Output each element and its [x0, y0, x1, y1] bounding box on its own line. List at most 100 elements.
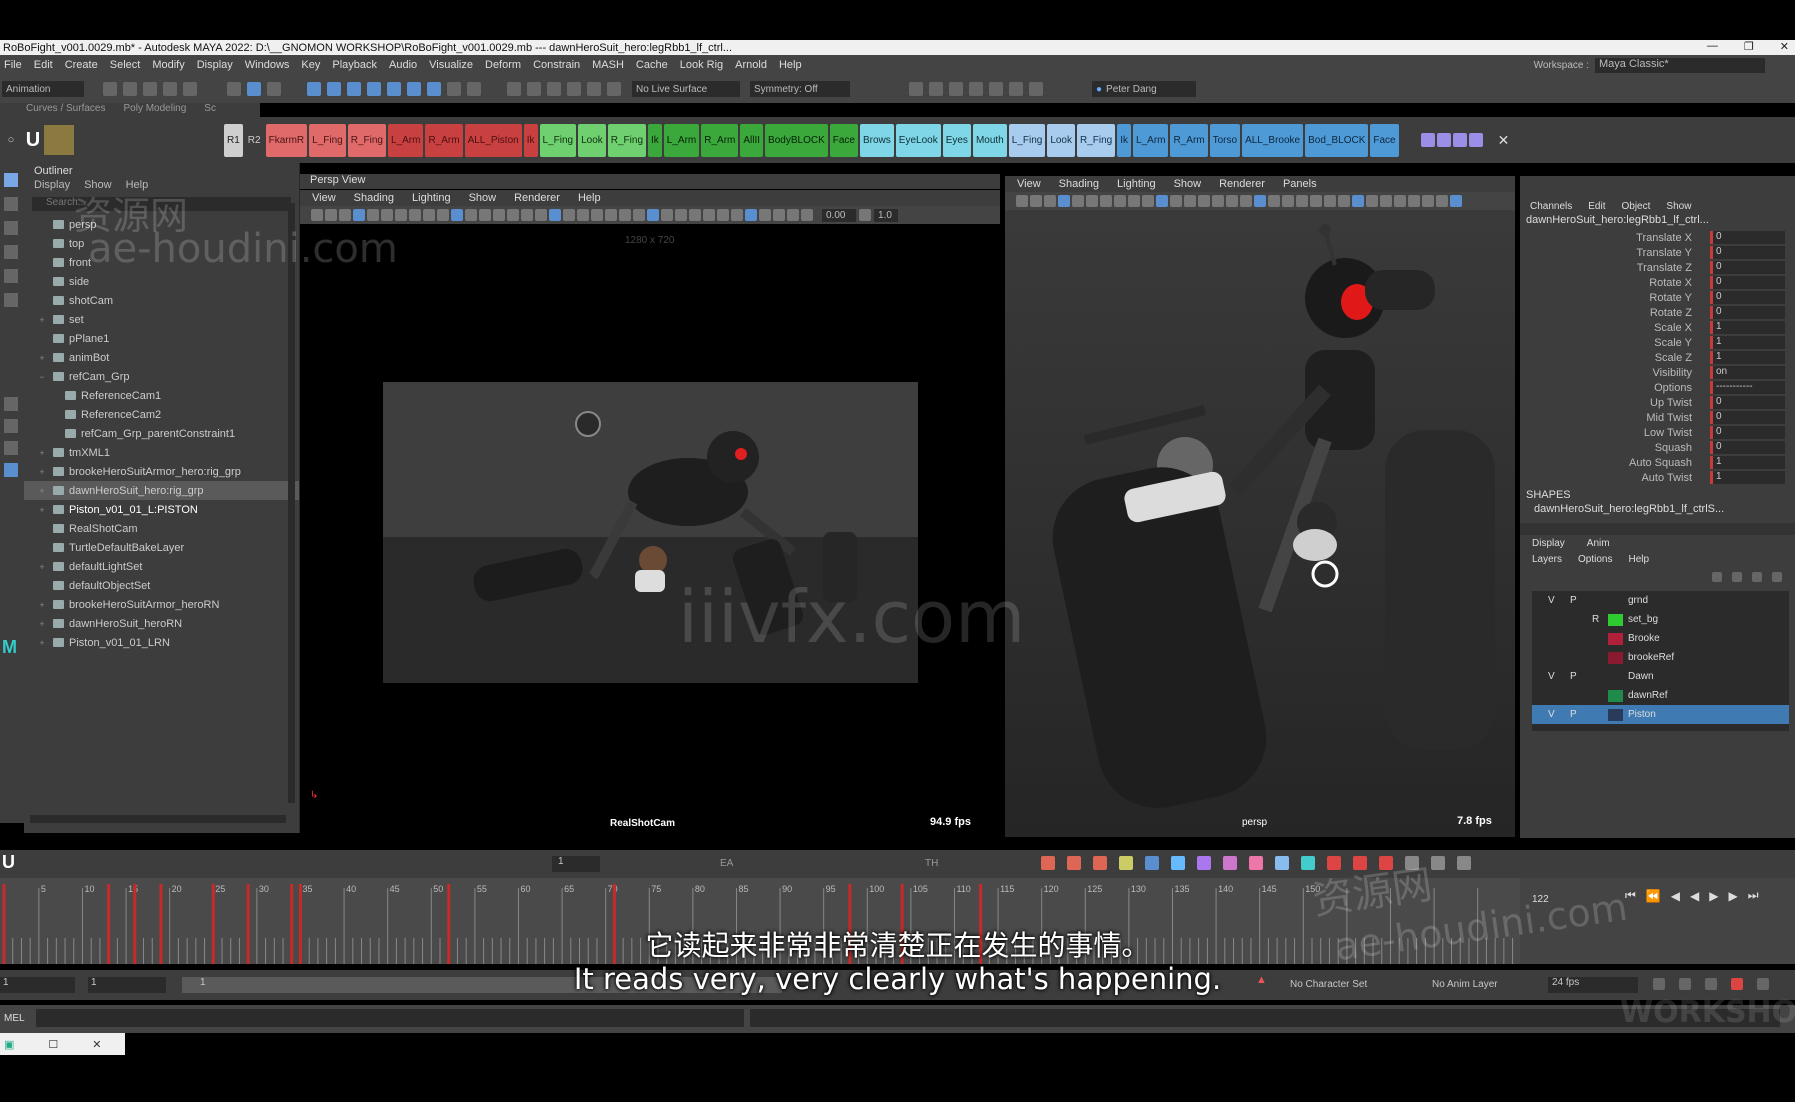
play-forward-icon[interactable]: ▶	[1709, 889, 1718, 903]
channel-value-field[interactable]: 0	[1710, 426, 1785, 439]
workspace-selector[interactable]: Workspace : Maya Classic*	[1534, 57, 1795, 73]
render-view-icon[interactable]	[909, 82, 923, 96]
expand-toggle-icon[interactable]: −	[36, 372, 48, 382]
shelf-button-r_fing[interactable]: R_Fing	[607, 123, 647, 157]
render-icon[interactable]	[527, 82, 541, 96]
magnet-icon[interactable]	[467, 82, 481, 96]
undo-icon[interactable]	[163, 82, 177, 96]
vp1-tool-icon[interactable]	[507, 209, 519, 221]
channel-label[interactable]: Visibility	[1652, 367, 1692, 379]
shelf-extra-3-icon[interactable]	[1452, 133, 1467, 147]
help-line-icon[interactable]	[427, 82, 441, 96]
search-icon[interactable]	[1457, 856, 1471, 870]
user-dropdown[interactable]: ● Peter Dang	[1092, 81, 1196, 97]
channel-label[interactable]: Up Twist	[1650, 397, 1692, 409]
vp2-menu-shading[interactable]: Shading	[1059, 178, 1099, 190]
menu-visualize[interactable]: Visualize	[429, 59, 473, 71]
layout-outliner-icon[interactable]	[4, 463, 18, 477]
outliner-item[interactable]: TurtleDefaultBakeLayer	[24, 538, 299, 557]
vp1-tool-icon[interactable]	[325, 209, 337, 221]
ipr-render-icon[interactable]	[949, 82, 963, 96]
shelf-button-l_arm[interactable]: L_Arm	[387, 123, 424, 157]
channel-value-field[interactable]: 1	[1710, 351, 1785, 364]
channel-label[interactable]: Rotate Z	[1650, 307, 1692, 319]
vp2-tool-icon[interactable]	[1394, 195, 1406, 207]
vp2-tool-icon[interactable]	[1044, 195, 1056, 207]
mode-dropdown[interactable]: Animation	[2, 81, 84, 97]
shelf-button-mouth[interactable]: Mouth	[972, 123, 1007, 157]
rotate-tool-icon[interactable]	[4, 269, 18, 283]
channels-menu-channels[interactable]: Channels	[1530, 201, 1572, 212]
lasso-icon[interactable]	[607, 82, 621, 96]
vp1-tool-icon[interactable]	[731, 209, 743, 221]
shelf-button-l_fing[interactable]: L_Fing	[539, 123, 577, 157]
outliner-hscrollbar[interactable]	[30, 815, 286, 823]
channel-value-field[interactable]: 0	[1710, 231, 1785, 244]
channel-value-field[interactable]: 1	[1710, 321, 1785, 334]
vp2-menu-renderer[interactable]: Renderer	[1219, 178, 1265, 190]
shelf-button-bod_block[interactable]: Bod_BLOCK	[1305, 123, 1369, 157]
outliner-item[interactable]: − refCam_Grp	[24, 367, 299, 386]
vp2-tool-icon[interactable]	[1366, 195, 1378, 207]
menu-create[interactable]: Create	[65, 59, 98, 71]
shelf-button-allii[interactable]: AllII	[740, 123, 764, 157]
outliner-item[interactable]: + brookeHeroSuitArmor_hero:rig_grp	[24, 462, 299, 481]
vp2-tool-icon[interactable]	[1030, 195, 1042, 207]
tangent-auto-icon[interactable]	[1041, 856, 1055, 870]
channel-value-field[interactable]: on	[1710, 366, 1785, 379]
current-frame-field[interactable]: 1	[552, 856, 600, 872]
shelf-button-r_fing[interactable]: R_Fing	[1077, 123, 1116, 157]
menu-help[interactable]: Help	[779, 59, 802, 71]
step-forward-icon[interactable]: ▶	[1728, 889, 1737, 903]
vp2-tool-icon[interactable]	[1114, 195, 1126, 207]
shelf-button-l_arm[interactable]: L_Arm	[663, 123, 700, 157]
shelf-button-ik[interactable]: Ik	[523, 123, 538, 157]
vp2-tool-icon[interactable]	[1324, 195, 1336, 207]
viewport-realshotcam[interactable]: View Shading Lighting Show Renderer Help 0.00…	[300, 190, 1000, 837]
vp2-menu-view[interactable]: View	[1017, 178, 1041, 190]
tween-icon[interactable]	[1223, 856, 1237, 870]
shelf-button-ik[interactable]: Ik	[648, 123, 662, 157]
layer-row[interactable]: V Pgrnd	[1532, 591, 1789, 610]
channel-label[interactable]: Translate X	[1636, 232, 1692, 244]
shelf-button-torso[interactable]: Torso	[1209, 123, 1241, 157]
menu-playback[interactable]: Playback	[332, 59, 377, 71]
outliner-item[interactable]: + tmXML1	[24, 443, 299, 462]
outliner-item[interactable]: RealShotCam	[24, 519, 299, 538]
outliner-item[interactable]: + Piston_v01_01_L:PISTON	[24, 500, 299, 519]
arnold-render-icon[interactable]	[989, 82, 1003, 96]
vp1-menu-shading[interactable]: Shading	[354, 192, 394, 204]
vp1-tool-icon[interactable]	[591, 209, 603, 221]
shelf-tab[interactable]: Poly Modeling	[123, 103, 186, 117]
vp2-tool-icon[interactable]	[1338, 195, 1350, 207]
layer-visibility-toggle[interactable]: V	[1548, 671, 1562, 682]
vp1-tool-icon[interactable]	[745, 209, 757, 221]
selection-set-icon[interactable]	[1249, 856, 1263, 870]
vp2-tool-icon[interactable]	[1380, 195, 1392, 207]
layer-new-empty-icon[interactable]	[1752, 572, 1762, 582]
shelf-button-fkarmr[interactable]: FkarmR	[265, 123, 308, 157]
shelf-menu-icon[interactable]: ○	[0, 134, 22, 146]
vp1-tool-icon[interactable]	[787, 209, 799, 221]
expand-toggle-icon[interactable]: +	[36, 619, 48, 629]
vp1-menu-lighting[interactable]: Lighting	[412, 192, 451, 204]
playblast-icon[interactable]	[1009, 82, 1023, 96]
step-back-key-icon[interactable]: ⏪	[1646, 889, 1661, 903]
channel-value-field[interactable]: 1	[1710, 336, 1785, 349]
expand-toggle-icon[interactable]: +	[36, 448, 48, 458]
shelf-button-r_arm[interactable]: R_Arm	[1170, 123, 1208, 157]
vp1-menu-renderer[interactable]: Renderer	[514, 192, 560, 204]
vp1-tool-icon[interactable]	[367, 209, 379, 221]
select-object-icon[interactable]	[247, 82, 261, 96]
layer-menu-layers[interactable]: Layers	[1532, 554, 1562, 565]
channels-menu-edit[interactable]: Edit	[1588, 201, 1605, 212]
vp1-tool-icon[interactable]	[493, 209, 505, 221]
vp1-menu-view[interactable]: View	[312, 192, 336, 204]
layer-color-swatch[interactable]	[1608, 709, 1623, 721]
layer-row[interactable]: brookeRef	[1532, 648, 1789, 667]
taskbar-close-icon[interactable]: ✕	[92, 1038, 101, 1051]
vp2-menu-show[interactable]: Show	[1174, 178, 1202, 190]
vp2-tool-icon[interactable]	[1352, 195, 1364, 207]
layer-playback-toggle[interactable]: P	[1570, 671, 1584, 682]
layer-move-up-icon[interactable]	[1712, 572, 1722, 582]
